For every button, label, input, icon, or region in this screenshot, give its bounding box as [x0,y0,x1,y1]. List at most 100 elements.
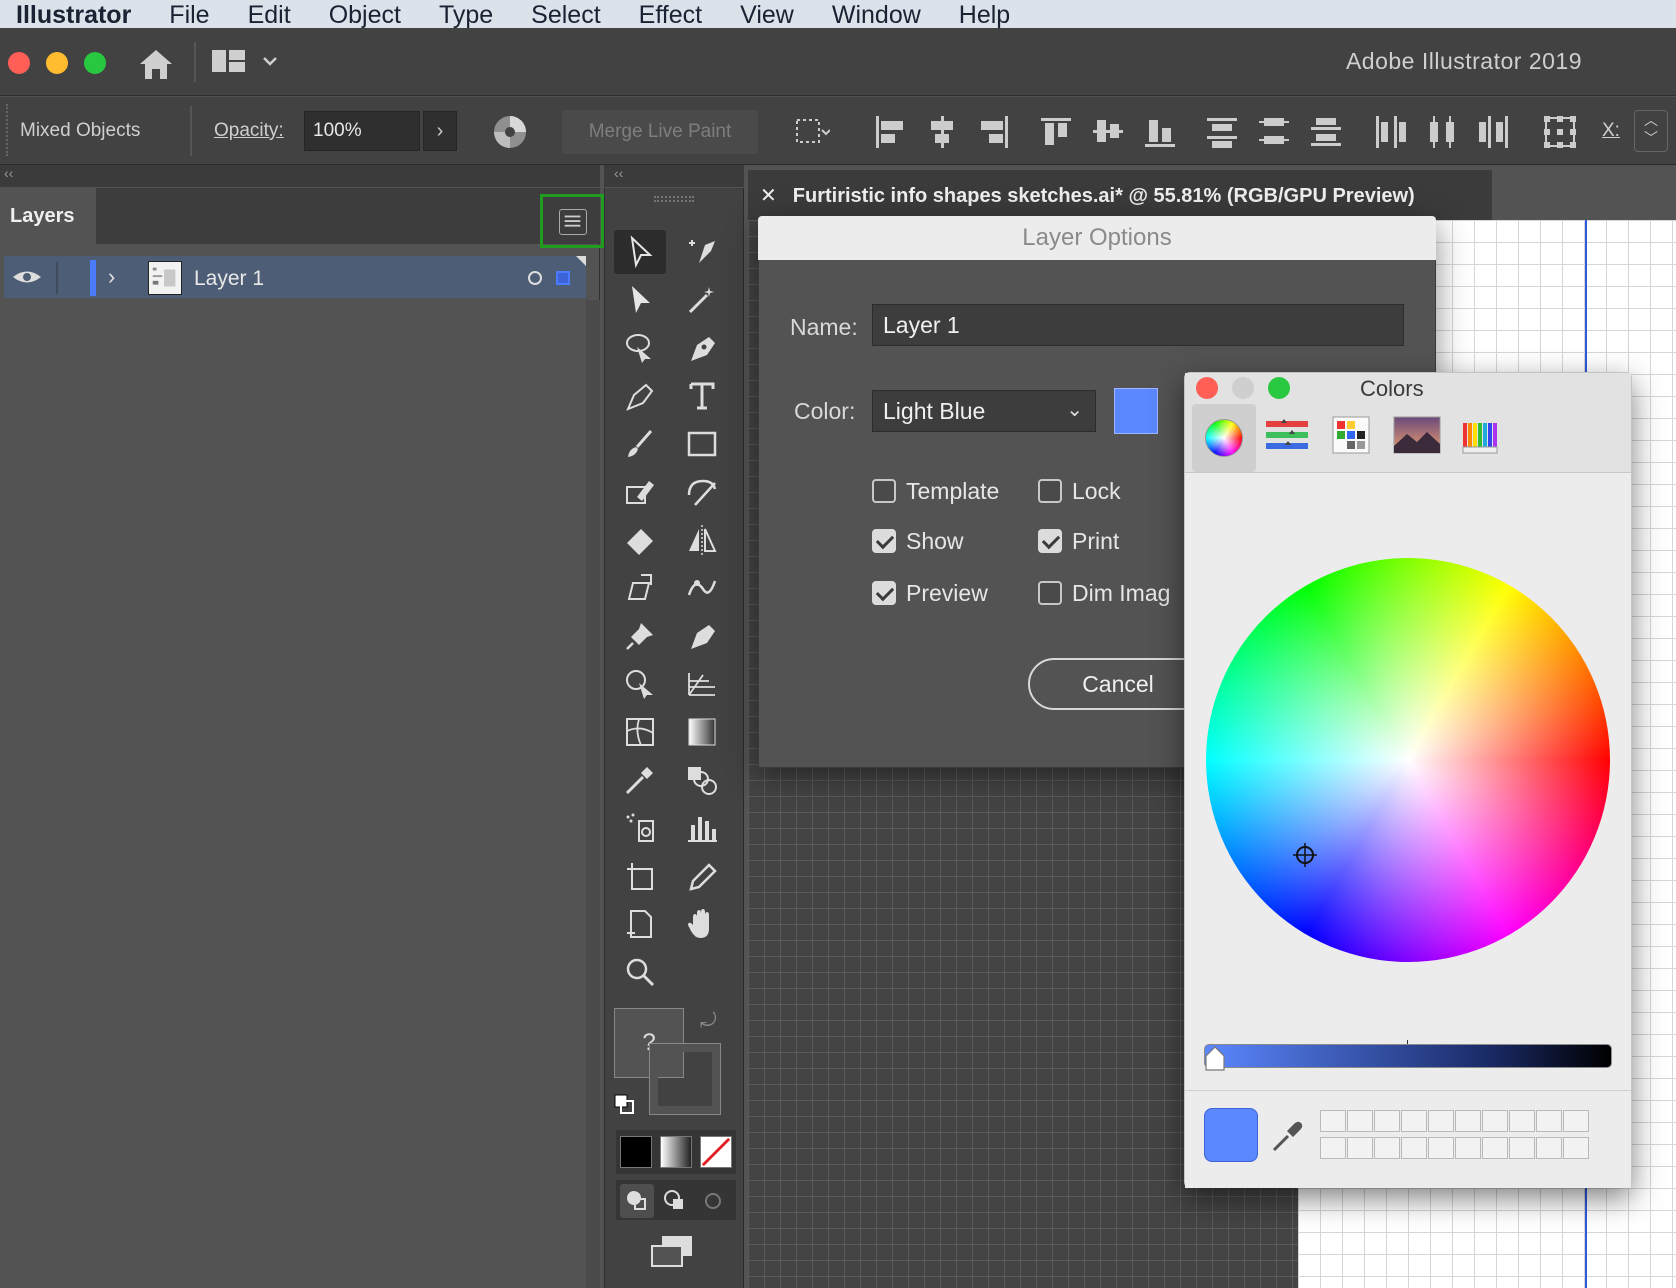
eyedropper-icon[interactable] [1270,1118,1304,1154]
align-bottom-icon[interactable] [1142,112,1178,152]
draw-inside-icon[interactable] [696,1184,730,1218]
lasso-tool-icon[interactable] [614,326,666,370]
transform-grid-icon[interactable] [1542,112,1578,152]
color-swatch-well[interactable] [1401,1110,1427,1132]
layer-name-input[interactable]: Layer 1 [872,304,1404,346]
color-swatch-well[interactable] [1482,1110,1508,1132]
lock-label[interactable]: Lock [1072,478,1121,505]
distribute-right-icon[interactable] [1476,112,1512,152]
screen-mode-icon[interactable] [650,1234,696,1268]
close-window-button[interactable] [8,52,30,74]
pin-tool-icon[interactable] [614,614,666,658]
minimize-window-button[interactable] [46,52,68,74]
symbol-sprayer-tool-icon[interactable] [676,614,728,658]
menu-edit[interactable]: Edit [248,2,291,28]
symbol-sprayer-icon[interactable] [614,806,666,850]
color-swatch-well[interactable] [1374,1137,1400,1159]
distribute-horizontal-center-icon[interactable] [1424,112,1460,152]
artboard-tool-icon[interactable] [614,854,666,898]
grip-handle[interactable] [6,104,8,156]
color-swatch-well[interactable] [1536,1110,1562,1132]
free-transform-tool-icon[interactable] [614,566,666,610]
align-top-icon[interactable] [1038,112,1074,152]
layers-scrollbar[interactable] [586,300,600,1288]
zoom-colors-button[interactable] [1268,377,1290,399]
blend-tool-icon[interactable] [676,758,728,802]
color-swatch-well[interactable] [1482,1137,1508,1159]
direct-selection-tool-icon[interactable] [614,278,666,322]
merge-live-paint-button[interactable]: Merge Live Paint [562,110,758,154]
color-swatch-well[interactable] [1455,1137,1481,1159]
menu-file[interactable]: File [169,2,209,28]
document-tab[interactable]: ✕ Furtiristic info shapes sketches.ai* @ … [748,170,1492,220]
close-document-icon[interactable]: ✕ [760,185,777,207]
show-label[interactable]: Show [906,528,964,555]
paintbrush-tool-icon[interactable] [614,422,666,466]
slider-knob-icon[interactable] [1204,1046,1226,1072]
none-mode-icon[interactable] [700,1136,732,1168]
color-swatch-well[interactable] [1320,1110,1346,1132]
pencils-icon[interactable] [1456,412,1506,458]
shape-builder-tool-icon[interactable] [614,662,666,706]
brightness-slider[interactable] [1204,1044,1612,1068]
layer-color-swatch[interactable] [1114,388,1158,434]
color-swatch-well[interactable] [1536,1137,1562,1159]
tab-layers[interactable]: Layers [0,188,96,244]
show-checkbox[interactable] [872,529,896,553]
type-tool-icon[interactable] [676,374,728,418]
current-color-well[interactable] [1204,1108,1258,1162]
chevron-right-icon[interactable]: › [423,111,457,151]
menu-object[interactable]: Object [329,2,401,28]
draw-behind-icon[interactable] [658,1184,692,1218]
home-icon[interactable] [136,46,176,82]
lock-column[interactable] [56,262,58,294]
selection-tool-icon[interactable] [614,230,666,274]
gradient-mode-icon[interactable] [660,1136,692,1168]
select-similar-icon[interactable] [794,112,831,152]
align-horizontal-center-icon[interactable] [924,112,960,152]
image-palettes-icon[interactable] [1392,412,1442,458]
panel-collapse-strip[interactable]: ‹‹ [0,165,600,187]
rotate-tool-icon[interactable] [676,470,728,514]
dim-images-checkbox[interactable] [1038,581,1062,605]
color-swatch-well[interactable] [1401,1137,1427,1159]
toolbox-grip[interactable] [654,196,694,202]
zoom-tool-icon[interactable] [614,950,666,994]
panel-menu-button[interactable] [540,194,604,248]
hand-tool-icon[interactable] [676,902,728,946]
color-swatch-well[interactable] [1320,1137,1346,1159]
cancel-button[interactable]: Cancel [1028,658,1208,710]
reflect-tool-icon[interactable] [676,518,728,562]
color-swatch-well[interactable] [1347,1110,1373,1132]
color-swatch-well[interactable] [1455,1110,1481,1132]
layer-name[interactable]: Layer 1 [194,267,264,291]
template-checkbox[interactable] [872,479,896,503]
minimize-colors-button[interactable] [1232,377,1254,399]
color-swatch-well[interactable] [1563,1110,1589,1132]
dim-images-label[interactable]: Dim Imag [1072,580,1170,607]
menu-type[interactable]: Type [439,2,493,28]
color-mode-icon[interactable] [620,1136,652,1168]
color-swatch-well[interactable] [1347,1137,1373,1159]
color-swatch-well[interactable] [1563,1137,1589,1159]
menu-window[interactable]: Window [832,2,921,28]
distribute-top-icon[interactable] [1204,112,1240,152]
close-colors-button[interactable] [1196,377,1218,399]
eraser-tool-icon[interactable] [614,518,666,562]
color-swatch-well[interactable] [1509,1137,1535,1159]
opacity-label[interactable]: Opacity: [214,120,284,142]
distribute-left-icon[interactable] [1372,112,1408,152]
column-graph-tool-icon[interactable] [676,806,728,850]
magic-wand-tool-icon[interactable] [676,278,728,322]
rectangle-tool-icon[interactable] [676,422,728,466]
recolor-artwork-icon[interactable] [490,112,530,152]
eyedropper-tool-icon[interactable] [614,758,666,802]
swap-fill-stroke-icon[interactable]: ⤾ [700,1010,724,1032]
selection-indicator-icon[interactable] [556,271,570,285]
x-position-label[interactable]: X: [1602,120,1620,142]
color-wheel[interactable] [1206,558,1610,962]
slice-tool-icon[interactable] [676,854,728,898]
preview-label[interactable]: Preview [906,580,988,607]
puppet-warp-tool-icon[interactable] [676,566,728,610]
workspace-switcher-icon[interactable] [210,48,280,78]
